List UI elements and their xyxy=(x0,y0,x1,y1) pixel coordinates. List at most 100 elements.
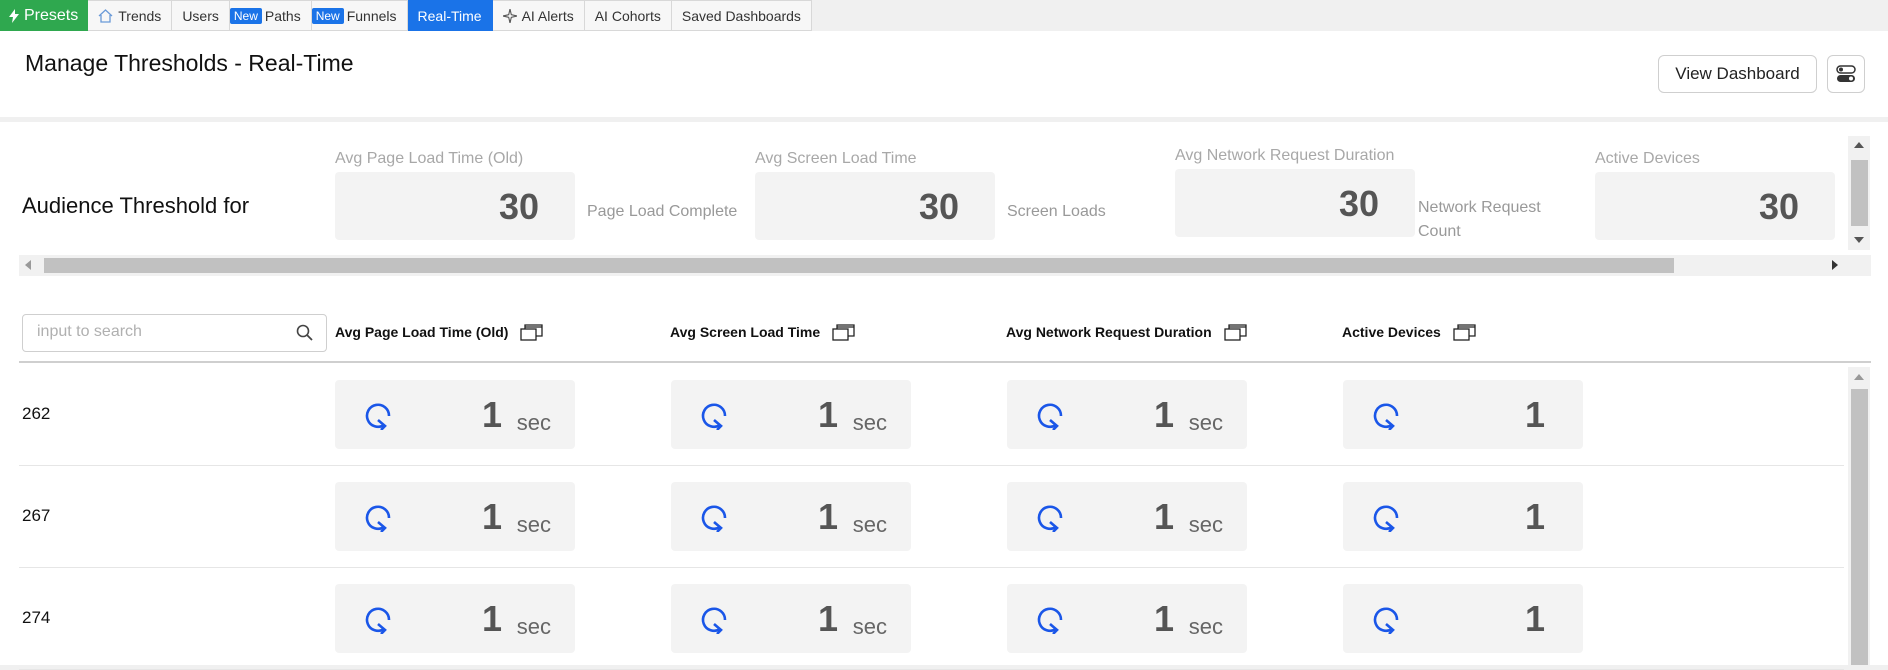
threshold-metric-label: Page Load Complete xyxy=(587,203,738,220)
refresh-loop-icon[interactable] xyxy=(1035,400,1065,430)
cell-value: 1 xyxy=(1524,496,1545,537)
new-badge: New xyxy=(229,7,262,24)
refresh-loop-icon[interactable] xyxy=(1371,400,1401,430)
cell-value: 1 xyxy=(481,598,502,639)
tab-paths[interactable]: New Paths xyxy=(229,0,312,31)
threshold-cell[interactable]: 1 sec xyxy=(671,584,911,653)
threshold-col-label: Avg Network Request Duration xyxy=(1175,147,1395,164)
refresh-loop-icon[interactable] xyxy=(1371,502,1401,532)
settings-toggle-button[interactable] xyxy=(1827,55,1865,93)
threshold-value: 30 xyxy=(498,186,539,227)
threshold-cell[interactable]: 1 sec xyxy=(1007,482,1247,551)
refresh-loop-icon[interactable] xyxy=(1035,502,1065,532)
tab-users[interactable]: Users xyxy=(172,0,230,31)
cell-value: 1 xyxy=(817,496,838,537)
tab-real-time-label: Real-Time xyxy=(417,7,482,24)
thresholds-card: Audience Threshold for Avg Page Load Tim… xyxy=(0,122,1888,670)
cell-unit: sec xyxy=(852,512,887,537)
refresh-loop-icon[interactable] xyxy=(363,502,393,532)
threshold-cell[interactable]: 1 xyxy=(1343,380,1583,449)
row-id: 274 xyxy=(22,608,51,627)
threshold-metric-line: Count xyxy=(1418,223,1461,240)
tab-funnels[interactable]: New Funnels xyxy=(311,0,408,31)
tab-ai-alerts[interactable]: AI Alerts xyxy=(492,0,585,31)
tab-funnels-label: Funnels xyxy=(346,7,397,24)
cell-value: 1 xyxy=(1153,598,1174,639)
refresh-loop-icon[interactable] xyxy=(699,502,729,532)
tab-saved-dashboards-label: Saved Dashboards xyxy=(681,7,801,24)
tab-trends[interactable]: Trends xyxy=(88,0,173,31)
scrollbar-thumb[interactable] xyxy=(44,258,1674,273)
threshold-metric-label: Network Request Count xyxy=(1418,196,1541,244)
refresh-loop-icon[interactable] xyxy=(363,604,393,634)
lightning-icon xyxy=(9,8,19,23)
threshold-cell[interactable]: 1 xyxy=(1343,482,1583,551)
threshold-value: 30 xyxy=(1758,186,1799,227)
threshold-metric-line: Network Request xyxy=(1418,199,1541,216)
cell-value: 1 xyxy=(481,394,502,435)
threshold-input[interactable]: 30 xyxy=(755,172,995,240)
toggle-icon xyxy=(1836,65,1856,82)
scrollbar-thumb[interactable] xyxy=(1851,389,1868,665)
column-header-label: Active Devices xyxy=(1342,324,1441,340)
refresh-loop-icon[interactable] xyxy=(363,400,393,430)
threshold-value: 30 xyxy=(918,186,959,227)
tab-saved-dashboards[interactable]: Saved Dashboards xyxy=(671,0,812,31)
threshold-value: 30 xyxy=(1338,183,1379,224)
threshold-cell[interactable]: 1 sec xyxy=(1007,584,1247,653)
threshold-horizontal-scrollbar[interactable] xyxy=(19,255,1871,276)
column-header-label: Avg Network Request Duration xyxy=(1006,324,1212,340)
table-vertical-scrollbar[interactable] xyxy=(1848,367,1870,665)
copy-windows-icon[interactable] xyxy=(1453,322,1477,342)
page-title: Manage Thresholds - Real-Time xyxy=(25,50,354,76)
tab-ai-alerts-label: AI Alerts xyxy=(521,7,574,24)
column-header-label: Avg Page Load Time (Old) xyxy=(335,324,509,340)
tab-real-time[interactable]: Real-Time xyxy=(407,0,493,31)
refresh-loop-icon[interactable] xyxy=(1371,604,1401,634)
top-nav: Presets Trends Users New Paths New Funne… xyxy=(0,0,812,31)
search-input[interactable] xyxy=(37,323,277,341)
threshold-cell[interactable]: 1 sec xyxy=(335,584,575,653)
cell-unit: sec xyxy=(1188,512,1223,537)
column-header: Active Devices xyxy=(1342,322,1477,342)
row-id: 262 xyxy=(22,404,51,423)
presets-label: Presets xyxy=(24,6,79,24)
threshold-cell[interactable]: 1 sec xyxy=(1007,380,1247,449)
threshold-input[interactable]: 30 xyxy=(335,172,575,240)
table-row: 274 1 sec 1 sec 1 sec 1 xyxy=(19,568,1844,670)
copy-windows-icon[interactable] xyxy=(1223,322,1248,342)
refresh-loop-icon[interactable] xyxy=(699,400,729,430)
cell-value: 1 xyxy=(1153,496,1174,537)
presets-button[interactable]: Presets xyxy=(0,0,89,31)
threshold-input[interactable]: 30 xyxy=(1175,169,1415,237)
threshold-metric-label: Screen Loads xyxy=(1007,203,1106,220)
threshold-cell[interactable]: 1 sec xyxy=(671,482,911,551)
threshold-vertical-scrollbar[interactable] xyxy=(1848,136,1870,250)
copy-windows-icon[interactable] xyxy=(520,322,544,342)
cell-unit: sec xyxy=(852,410,887,435)
cell-value: 1 xyxy=(1524,598,1545,639)
cell-unit: sec xyxy=(852,614,887,639)
search-box[interactable] xyxy=(22,314,327,352)
threshold-col-label: Avg Screen Load Time xyxy=(755,150,917,167)
tab-ai-cohorts[interactable]: AI Cohorts xyxy=(584,0,672,31)
scroll-up-arrow-icon xyxy=(1854,142,1864,148)
threshold-cell[interactable]: 1 sec xyxy=(335,380,575,449)
threshold-cell[interactable]: 1 xyxy=(1343,584,1583,653)
threshold-input[interactable]: 30 xyxy=(1595,172,1835,240)
cell-unit: sec xyxy=(516,614,551,639)
table-row: 267 1 sec 1 sec 1 sec 1 xyxy=(19,466,1844,568)
threshold-cell[interactable]: 1 sec xyxy=(671,380,911,449)
cell-value: 1 xyxy=(481,496,502,537)
threshold-cell[interactable]: 1 sec xyxy=(335,482,575,551)
refresh-loop-icon[interactable] xyxy=(1035,604,1065,634)
scroll-left-arrow-icon xyxy=(25,260,31,270)
refresh-loop-icon[interactable] xyxy=(699,604,729,634)
column-header: Avg Network Request Duration xyxy=(1006,322,1248,342)
copy-windows-icon[interactable] xyxy=(832,322,856,342)
cell-unit: sec xyxy=(1188,410,1223,435)
scroll-up-arrow-icon xyxy=(1854,374,1864,380)
scrollbar-thumb[interactable] xyxy=(1851,160,1868,226)
tab-paths-label: Paths xyxy=(264,7,301,24)
view-dashboard-button[interactable]: View Dashboard xyxy=(1658,55,1817,93)
